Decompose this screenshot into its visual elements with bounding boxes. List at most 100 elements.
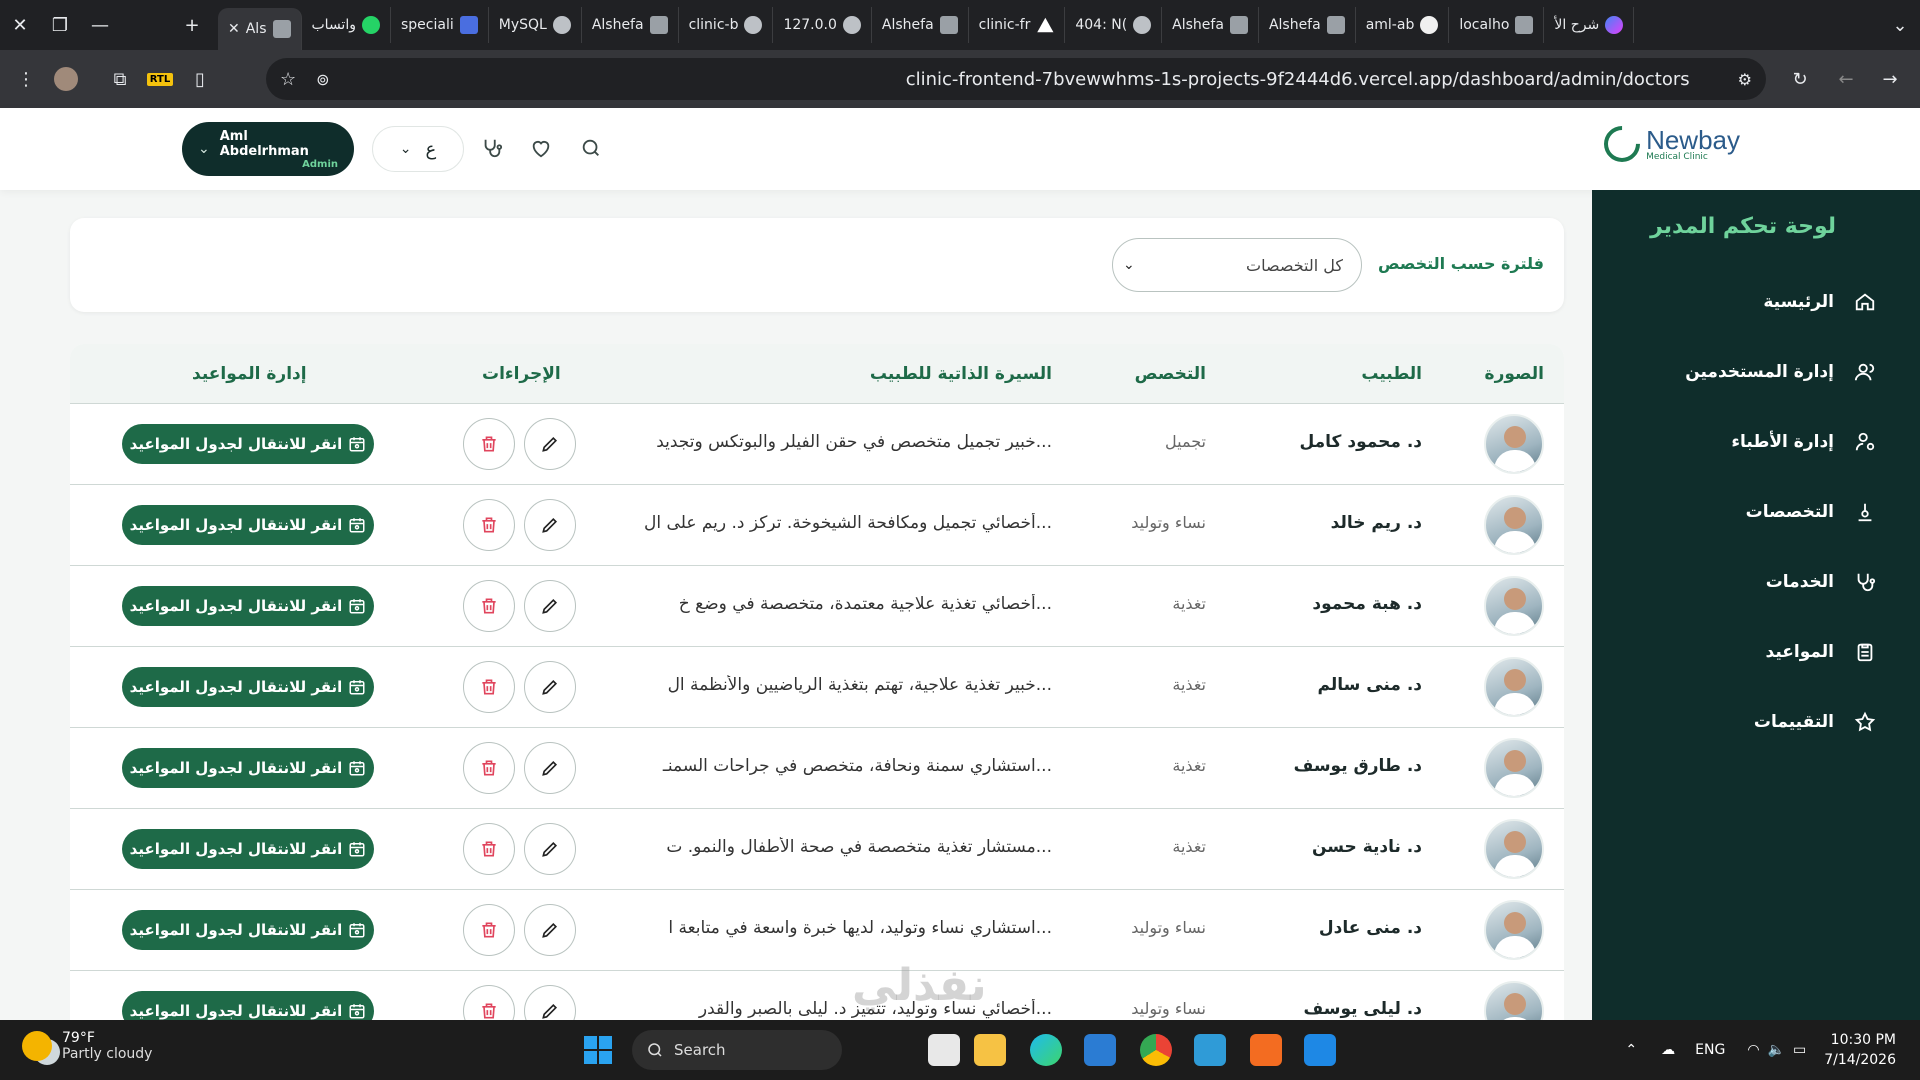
- specialty-filter-select[interactable]: ⌄ كل التخصصات: [1112, 238, 1362, 292]
- stethoscope-icon[interactable]: [478, 134, 506, 162]
- browser-tab[interactable]: aml-ab: [1356, 7, 1450, 43]
- forward-arrow-icon[interactable]: →: [1870, 59, 1910, 99]
- notepad-icon[interactable]: [1194, 1034, 1226, 1066]
- open-schedule-button[interactable]: انقر للانتقال لجدول المواعيد: [122, 586, 374, 626]
- browser-tab[interactable]: واتساب: [302, 7, 391, 43]
- url-text[interactable]: clinic-frontend-7bvewwhms-1s-projects-9f…: [906, 69, 1690, 90]
- sidebar-item-label: الخدمات: [1765, 572, 1834, 592]
- edit-doctor-button[interactable]: [524, 418, 576, 470]
- menu-dots-icon[interactable]: ⋮: [6, 59, 46, 99]
- close-window-icon[interactable]: ✕: [0, 0, 40, 50]
- sidebar-item-0[interactable]: الرئيسية: [1592, 267, 1920, 337]
- language-switcher[interactable]: ⌄ ع: [372, 126, 464, 172]
- edit-doctor-button[interactable]: [524, 742, 576, 794]
- bookmark-star-icon[interactable]: ☆: [280, 69, 296, 90]
- onedrive-icon[interactable]: ☁: [1661, 1042, 1675, 1058]
- browser-tab[interactable]: clinic-b: [679, 7, 774, 43]
- browser-tab[interactable]: 127.0.0: [773, 7, 872, 43]
- search-icon[interactable]: [577, 134, 605, 162]
- browser-tab[interactable]: شرح الأ: [1544, 7, 1635, 43]
- edit-doctor-button[interactable]: [524, 823, 576, 875]
- table-row: د. هبة محمود تغذية أخصائي تغذية علاجية معت…: [70, 566, 1564, 647]
- chevron-up-icon[interactable]: ⌃: [1625, 1042, 1637, 1058]
- edit-doctor-button[interactable]: [524, 904, 576, 956]
- incognito-lens-icon[interactable]: ⊚: [316, 70, 329, 89]
- edit-doctor-button[interactable]: [524, 985, 576, 1024]
- windows-start-icon[interactable]: [584, 1036, 612, 1064]
- open-schedule-button[interactable]: انقر للانتقال لجدول المواعيد: [122, 424, 374, 464]
- extensions-icon[interactable]: ⧉: [100, 59, 140, 99]
- sidebar-item-1[interactable]: إدارة المستخدمين: [1592, 337, 1920, 407]
- browser-tab[interactable]: ✕ Als: [218, 8, 302, 50]
- copy-extension-icon[interactable]: ▯: [180, 59, 220, 99]
- delete-doctor-button[interactable]: [463, 499, 515, 551]
- sidebar-title: لوحة تحكم المدير: [1650, 214, 1836, 239]
- file-icon[interactable]: [928, 1034, 960, 1066]
- sidebar-item-label: الرئيسية: [1763, 292, 1834, 312]
- new-tab-icon[interactable]: +: [172, 0, 212, 50]
- open-schedule-button[interactable]: انقر للانتقال لجدول المواعيد: [122, 829, 374, 869]
- browser-tab[interactable]: Alshefa: [1259, 7, 1356, 43]
- tab-list: ✕ Als واتساب speciali MySQL Alshefa clinic-b 12…: [212, 0, 1880, 50]
- doctor-name: د. منى عادل: [1318, 918, 1422, 938]
- browser-tab[interactable]: Alshefa: [1162, 7, 1259, 43]
- xampp-icon[interactable]: [1250, 1034, 1282, 1066]
- delete-doctor-button[interactable]: [463, 418, 515, 470]
- minimize-window-icon[interactable]: —: [80, 0, 120, 50]
- rtl-extension-icon[interactable]: RTL: [140, 59, 180, 99]
- browser-tab[interactable]: speciali: [391, 7, 489, 43]
- browser-tab[interactable]: Alshefa: [872, 7, 969, 43]
- file-explorer-icon[interactable]: [974, 1034, 1006, 1066]
- delete-doctor-button[interactable]: [463, 742, 515, 794]
- browser-tab[interactable]: 404: N(: [1065, 7, 1163, 43]
- sidebar-item-4[interactable]: الخدمات: [1592, 547, 1920, 617]
- tab-search-icon[interactable]: ⌄: [1880, 0, 1920, 50]
- vscode-icon[interactable]: [1084, 1034, 1116, 1066]
- delete-doctor-button[interactable]: [463, 904, 515, 956]
- browser-tab[interactable]: Alshefa: [582, 7, 679, 43]
- weather-desc: Partly cloudy: [62, 1046, 153, 1062]
- reload-icon[interactable]: ↻: [1780, 59, 1820, 99]
- schedule-button-label: انقر للانتقال لجدول المواعيد: [129, 921, 343, 939]
- sidebar-item-2[interactable]: إدارة الأطباء: [1592, 407, 1920, 477]
- delete-doctor-button[interactable]: [463, 823, 515, 875]
- pencil-icon: [542, 598, 558, 614]
- site-settings-icon[interactable]: ⚙: [1738, 70, 1752, 89]
- sidebar-item-6[interactable]: التقييمات: [1592, 687, 1920, 757]
- restore-window-icon[interactable]: ❐: [40, 0, 80, 50]
- address-bar[interactable]: ☆ ⊚ clinic-frontend-7bvewwhms-1s-project…: [266, 58, 1766, 100]
- battery-icon[interactable]: ▭: [1793, 1042, 1806, 1058]
- clock[interactable]: 10:30 PM 7/14/2026: [1824, 1030, 1896, 1070]
- open-schedule-button[interactable]: انقر للانتقال لجدول المواعيد: [122, 910, 374, 950]
- heart-icon[interactable]: [527, 134, 555, 162]
- language-indicator[interactable]: ENG: [1695, 1042, 1725, 1058]
- edge-browser-icon[interactable]: [1030, 1034, 1062, 1066]
- delete-doctor-button[interactable]: [463, 661, 515, 713]
- edit-doctor-button[interactable]: [524, 499, 576, 551]
- brand-logo[interactable]: Newbay Medical Clinic: [1596, 118, 1740, 170]
- back-arrow-icon[interactable]: ←: [1826, 59, 1866, 99]
- user-menu-button[interactable]: ⌄ Aml Abdelrhman Admin: [182, 122, 354, 176]
- volume-icon[interactable]: 🔈: [1768, 1042, 1785, 1058]
- open-schedule-button[interactable]: انقر للانتقال لجدول المواعيد: [122, 748, 374, 788]
- browser-tab[interactable]: clinic-fr: [969, 7, 1066, 43]
- browser-tab[interactable]: MySQL: [489, 7, 582, 43]
- open-schedule-button[interactable]: انقر للانتقال لجدول المواعيد: [122, 505, 374, 545]
- paint-icon[interactable]: [1304, 1034, 1336, 1066]
- chrome-icon[interactable]: [1140, 1034, 1172, 1066]
- open-schedule-button[interactable]: انقر للانتقال لجدول المواعيد: [122, 667, 374, 707]
- taskbar-search[interactable]: Search: [632, 1030, 842, 1070]
- sidebar-item-5[interactable]: المواعيد: [1592, 617, 1920, 687]
- edit-doctor-button[interactable]: [524, 661, 576, 713]
- browser-tab[interactable]: localho: [1449, 7, 1545, 43]
- wifi-icon[interactable]: ◠: [1747, 1042, 1759, 1058]
- delete-doctor-button[interactable]: [463, 580, 515, 632]
- doctor-name: د. ريم خالد: [1330, 513, 1422, 533]
- delete-doctor-button[interactable]: [463, 985, 515, 1024]
- weather-widget[interactable]: 79°F Partly cloudy: [22, 1030, 152, 1062]
- sidebar-item-3[interactable]: التخصصات: [1592, 477, 1920, 547]
- edit-doctor-button[interactable]: [524, 580, 576, 632]
- close-tab-icon[interactable]: ✕: [228, 21, 240, 37]
- page-icon: [939, 16, 958, 34]
- profile-avatar-icon[interactable]: [46, 59, 86, 99]
